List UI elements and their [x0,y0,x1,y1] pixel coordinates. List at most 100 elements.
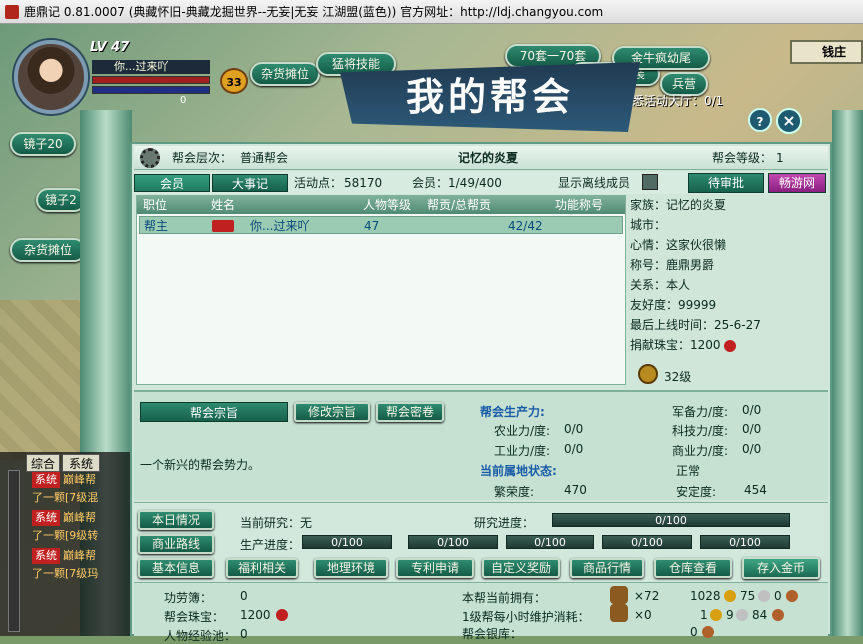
production-progress-label: 生产进度： [240,538,301,552]
guild-tab-bar: 会员 大事记 活动点： 58170 会员： 1/49/400 显示离线成员 待审… [134,172,828,194]
own-gold: 1028 [690,589,721,603]
mirror-2-button[interactable]: 镜子2 [36,188,86,212]
col-post[interactable]: 职位 [143,196,167,214]
col-title[interactable]: 功能称号 [555,196,603,214]
member-detail-panel: 家族：记忆的炎夏 城市： 心情：这家伙很懒 称号：鹿鼎男爵 关系：本人 友好度：… [630,195,828,385]
app-icon [5,5,19,19]
copper-coin-icon [702,626,714,638]
chat-line: 了一颗[7级混 [32,490,132,506]
detail-mood: 心情：这家伙很懒 [630,238,727,252]
market-button[interactable]: 商品行情 [570,558,644,578]
col-level[interactable]: 人物等级 [363,196,411,214]
show-offline-label: 显示离线成员 [558,176,631,190]
chat-line-text: 了一颗[7级玛 [32,567,99,580]
own-label: 本帮当前拥有： [462,591,547,605]
chat-line: 系统 巅峰帮 [32,548,132,564]
tab-events[interactable]: 大事记 [212,174,288,192]
territory-state-title: 当前属地状态: [480,464,557,478]
motto-header: 帮会宗旨 [140,402,288,422]
detail-family: 家族：记忆的炎夏 [630,198,727,212]
silver-coin-icon [736,609,748,621]
edit-motto-button[interactable]: 修改宗旨 [294,402,370,422]
farm-value: 0/0 [564,422,584,436]
close-button[interactable]: × [776,108,802,134]
pending-approval-button[interactable]: 待审批 [688,173,764,193]
welfare-button[interactable]: 福利相关 [226,558,298,578]
bank-panel[interactable]: 钱庄 [790,40,863,64]
guild-header: 帮会层次： 普通帮会 记忆的炎夏 帮会等级： 1 [134,146,828,170]
guild-secret-button[interactable]: 帮会密卷 [376,402,444,422]
detail-donate: 捐献珠宝：1200 [630,335,828,355]
guild-window-title: 我的帮会 [340,62,640,132]
window-title: 鹿鼎记 0.81.0007 (典藏怀旧-典藏龙掘世界--无妄|无妄 江湖盟(蓝色… [24,5,604,19]
deposit-gold-button[interactable]: 存入金币 [742,557,820,579]
chat-line: 了一颗[9级转 [32,528,132,544]
merit-label: 功劳簿： [164,591,213,605]
research-progress-bar: 0/100 [552,513,790,527]
table-row[interactable]: 帮主 你...过来吖 47 42/42 [139,216,623,234]
guild-name: 记忆的炎夏 [458,151,519,165]
custom-reward-button[interactable]: 自定义奖励 [482,558,560,578]
copper-coin-icon [772,609,784,621]
col-name[interactable]: 姓名 [211,196,235,214]
hp-value: 0 [180,95,187,106]
show-offline-checkbox[interactable] [642,174,658,190]
member-table-header: 职位 姓名 人物等级 帮贡/总帮贡 功能称号 [137,196,625,214]
guild-jewel-label: 帮会珠宝： [164,610,225,624]
chat-tab-general[interactable]: 综合 [26,454,60,472]
upkeep-copper: 84 [752,608,768,622]
guild-rank-label: 帮会等级： [712,151,773,165]
trade-route-button[interactable]: 商业路线 [138,534,214,554]
bank-label: 帮会银库： [462,627,523,641]
detail-title: 称号：鹿鼎男爵 [630,258,715,272]
commerce-value: 0/0 [742,442,762,456]
player-name: 你...过来吖 [92,60,210,74]
chat-line-text: 了一颗[9级转 [32,529,99,542]
guild-jewel-value: 1200 [240,608,271,622]
stall-button[interactable]: 杂货摊位 [10,238,86,262]
changyou-button[interactable]: 畅游网 [768,173,826,193]
player-badge[interactable]: 33 [220,68,248,94]
upkeep-count: ×0 [634,608,652,622]
mirror-20-button[interactable]: 镜子20 [10,132,76,156]
guild-level-label: 帮会层次： [172,151,233,165]
chat-scrollbar[interactable] [8,470,20,632]
warehouse-button[interactable]: 仓库查看 [654,558,732,578]
industry-label: 工业力/度: [494,444,551,458]
row-post: 帮主 [144,219,169,233]
col-contribution[interactable]: 帮贡/总帮贡 [427,196,491,214]
task-tracker[interactable]: 熟悉活动大厅：0/1 [620,92,723,109]
gold-coin-icon [724,590,736,602]
detail-friendship: 友好度：99999 [630,298,717,312]
prosperity-label: 繁荣度: [494,485,535,499]
own-count: ×72 [634,589,660,603]
chat-line: 系统 巅峰帮 [32,510,132,526]
active-points-value: 58170 [344,176,383,190]
chat-line-text: 巅峰帮 [63,511,96,524]
guild-level-value: 普通帮会 [240,151,289,165]
patent-button[interactable]: 专利申请 [396,558,474,578]
chat-line: 了一颗[7级玛 [32,566,132,582]
production-bar-1: 0/100 [302,535,392,549]
upkeep-label: 1级帮每小时维护消耗： [462,610,590,624]
stall-top-button[interactable]: 杂货摊位 [250,62,320,86]
basic-info-button[interactable]: 基本信息 [138,558,214,578]
player-avatar[interactable] [14,40,88,114]
today-button[interactable]: 本日情况 [138,510,214,530]
jewel-icon [276,609,288,621]
detail-city: 城市： [630,218,667,232]
geography-button[interactable]: 地理环境 [314,558,388,578]
chat-tab-system[interactable]: 系统 [62,454,100,472]
stability-value: 454 [744,483,767,497]
jewel-icon [724,339,737,352]
production-bar-3: 0/100 [506,535,594,549]
industry-value: 0/0 [564,442,584,456]
motto-text: 一个新兴的帮会势力。 [140,458,261,472]
tab-members[interactable]: 会员 [134,174,210,192]
right-pillar-decoration [832,110,863,636]
system-badge: 系统 [32,472,60,488]
guild-level-number: 32级 [664,370,692,384]
commerce-label: 商业力/度: [672,444,729,458]
exp-pool-value: 0 [240,627,248,641]
help-button[interactable]: ? [748,108,772,132]
